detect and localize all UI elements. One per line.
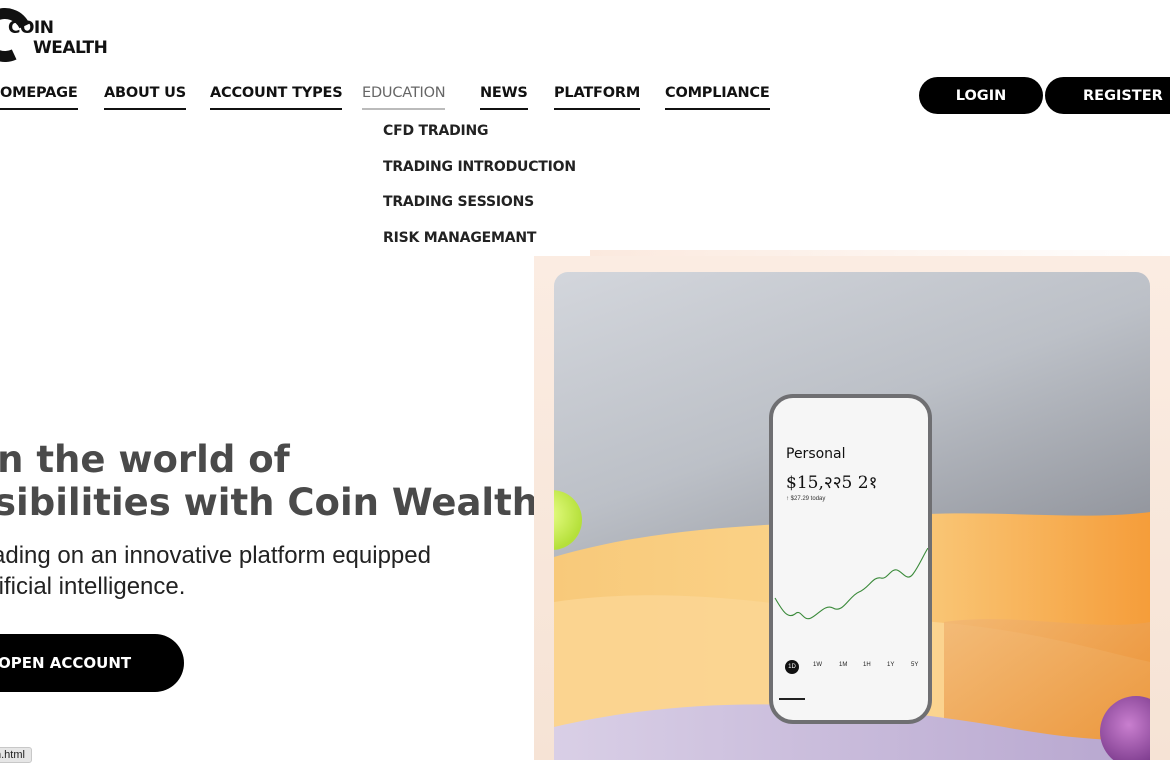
dropdown-item-trading-sessions[interactable]: TRADING SESSIONS <box>383 194 534 210</box>
nav-homepage[interactable]: OMEPAGE <box>0 85 78 110</box>
hero-title-line-1: en the world of <box>0 438 290 481</box>
range-1d[interactable]: 1D <box>785 660 799 674</box>
green-ball <box>554 490 582 550</box>
register-button[interactable]: REGISTER <box>1045 77 1170 114</box>
phone-tab-indicator <box>779 698 805 700</box>
dropdown-item-cfd-trading[interactable]: CFD TRADING <box>383 123 489 139</box>
phone-title: Personal <box>786 446 846 462</box>
logo-text-wealth: WEALTH <box>33 38 108 58</box>
open-account-button[interactable]: OPEN ACCOUNT <box>0 634 184 692</box>
hero-subtitle-line-2: rtificial intelligence. <box>0 573 186 600</box>
nav-platform[interactable]: PLATFORM <box>554 85 640 110</box>
range-1w[interactable]: 1W <box>813 662 822 668</box>
nav-education[interactable]: EDUCATION <box>362 85 446 110</box>
nav-news[interactable]: NEWS <box>480 85 528 110</box>
nav-compliance[interactable]: COMPLIANCE <box>665 85 770 110</box>
range-5y[interactable]: 5Y <box>911 662 918 668</box>
dropdown-item-risk-management[interactable]: RISK MANAGEMANT <box>383 230 536 246</box>
range-1m[interactable]: 1M <box>839 662 847 668</box>
phone-change: ↑ $27.29 today <box>786 496 826 502</box>
hero-title-line-2: ssibilities with Coin Wealth <box>0 481 539 524</box>
range-1h[interactable]: 1H <box>863 662 871 668</box>
nav-about-us[interactable]: ABOUT US <box>104 85 186 110</box>
dropdown-item-trading-introduction[interactable]: TRADING INTRODUCTION <box>383 159 576 175</box>
range-1y[interactable]: 1Y <box>887 662 894 668</box>
hero-subtitle: rading on an innovative platform equippe… <box>0 540 431 602</box>
hero-subtitle-line-1: rading on an innovative platform equippe… <box>0 542 431 569</box>
status-tooltip: n.html <box>0 747 32 763</box>
login-button[interactable]: LOGIN <box>919 77 1043 114</box>
hero-image: Personal $15,२२5 2१ ↑ $27.29 today 1D 1W… <box>554 272 1150 760</box>
logo-text-coin: COIN <box>8 18 54 38</box>
hero-title: en the world of ssibilities with Coin We… <box>0 438 538 524</box>
phone-balance: $15,२२5 2१ <box>786 473 878 493</box>
logo[interactable]: COIN WEALTH <box>0 0 138 70</box>
phone-sparkline <box>774 548 928 620</box>
nav-account-types[interactable]: ACCOUNT TYPES <box>210 85 343 110</box>
phone-mockup: Personal $15,२२5 2१ ↑ $27.29 today 1D 1W… <box>769 394 932 724</box>
